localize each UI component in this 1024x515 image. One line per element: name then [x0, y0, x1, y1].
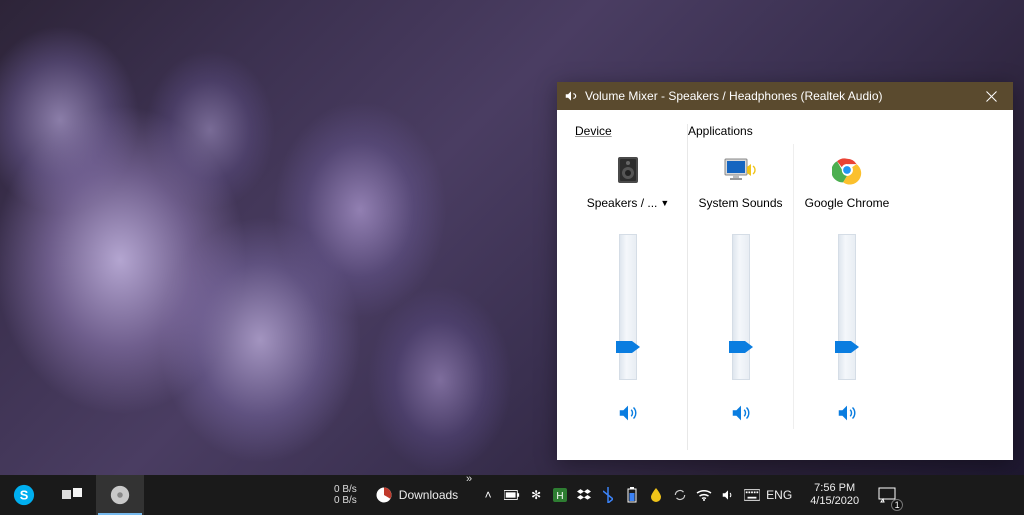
chevron-up-icon: » [466, 473, 472, 485]
window-title: Volume Mixer - Speakers / Headphones (Re… [585, 89, 969, 103]
downloads-label: Downloads [399, 488, 458, 502]
chrome-icon[interactable] [825, 150, 869, 190]
chrome-channel: Google Chrome [794, 144, 900, 429]
device-mute-button[interactable] [617, 402, 639, 429]
app-2[interactable] [48, 475, 96, 515]
clock-time: 7:56 PM [810, 482, 859, 495]
system-sounds-mute-button[interactable] [730, 402, 752, 429]
svg-text:S: S [20, 488, 29, 503]
system-sounds-label: System Sounds [698, 196, 782, 210]
speaker-icon [563, 88, 579, 104]
applications-section: Applications System Sounds [688, 124, 995, 450]
system-sounds-channel: System Sounds [688, 144, 794, 429]
taskbar: S 0 B/s 0 B/s Downloads » ˄ ✻ H ENG 7:56… [0, 475, 1024, 515]
net-down: 0 B/s [334, 495, 357, 506]
app-h-icon[interactable]: H [552, 487, 568, 503]
system-sounds-slider[interactable] [732, 234, 750, 384]
app-3[interactable] [96, 475, 144, 515]
droplet-icon[interactable] [648, 487, 664, 503]
device-heading: Device [575, 124, 687, 138]
close-button[interactable] [969, 82, 1013, 110]
battery-icon[interactable] [504, 487, 520, 503]
bluetooth-icon[interactable] [600, 487, 616, 503]
downloads-icon [375, 486, 393, 504]
notification-badge: 1 [891, 499, 903, 511]
snowflake-icon[interactable]: ✻ [528, 487, 544, 503]
skype-app[interactable]: S [0, 475, 48, 515]
chrome-mute-button[interactable] [836, 402, 858, 429]
language-indicator[interactable]: ENG [760, 488, 798, 502]
device-section: Device Speakers / ... ▼ [575, 124, 687, 450]
clock[interactable]: 7:56 PM 4/15/2020 [802, 482, 867, 508]
battery2-icon[interactable] [624, 487, 640, 503]
wifi-icon[interactable] [696, 487, 712, 503]
sync-icon[interactable] [672, 487, 688, 503]
taskbar-apps: S [0, 475, 144, 515]
chrome-label: Google Chrome [805, 196, 890, 210]
network-monitor[interactable]: 0 B/s 0 B/s [334, 484, 357, 506]
device-label-text: Speakers / ... [587, 196, 658, 210]
clock-date: 4/15/2020 [810, 495, 859, 508]
tray-overflow-icon[interactable]: ˄ [480, 487, 496, 503]
device-channel: Speakers / ... ▼ [575, 144, 681, 429]
apps-heading: Applications [688, 124, 995, 138]
dropbox-icon[interactable] [576, 487, 592, 503]
chevron-down-icon: ▼ [660, 198, 669, 208]
speaker-device-icon[interactable] [606, 150, 650, 190]
chrome-slider[interactable] [838, 234, 856, 384]
device-slider[interactable] [619, 234, 637, 384]
device-label[interactable]: Speakers / ... ▼ [587, 196, 670, 210]
volume-mixer-window: Volume Mixer - Speakers / Headphones (Re… [557, 82, 1013, 460]
titlebar[interactable]: Volume Mixer - Speakers / Headphones (Re… [557, 82, 1013, 110]
mixer-body: Device Speakers / ... ▼ [557, 110, 1013, 460]
system-tray: ˄ ✻ H [480, 475, 760, 515]
system-sounds-icon[interactable] [719, 150, 763, 190]
svg-text:H: H [557, 491, 564, 502]
volume-icon[interactable] [720, 487, 736, 503]
keyboard-icon[interactable] [744, 487, 760, 503]
action-center-button[interactable]: 1 [867, 475, 907, 515]
downloads-button[interactable]: Downloads » [367, 475, 466, 515]
net-up: 0 B/s [334, 484, 357, 495]
